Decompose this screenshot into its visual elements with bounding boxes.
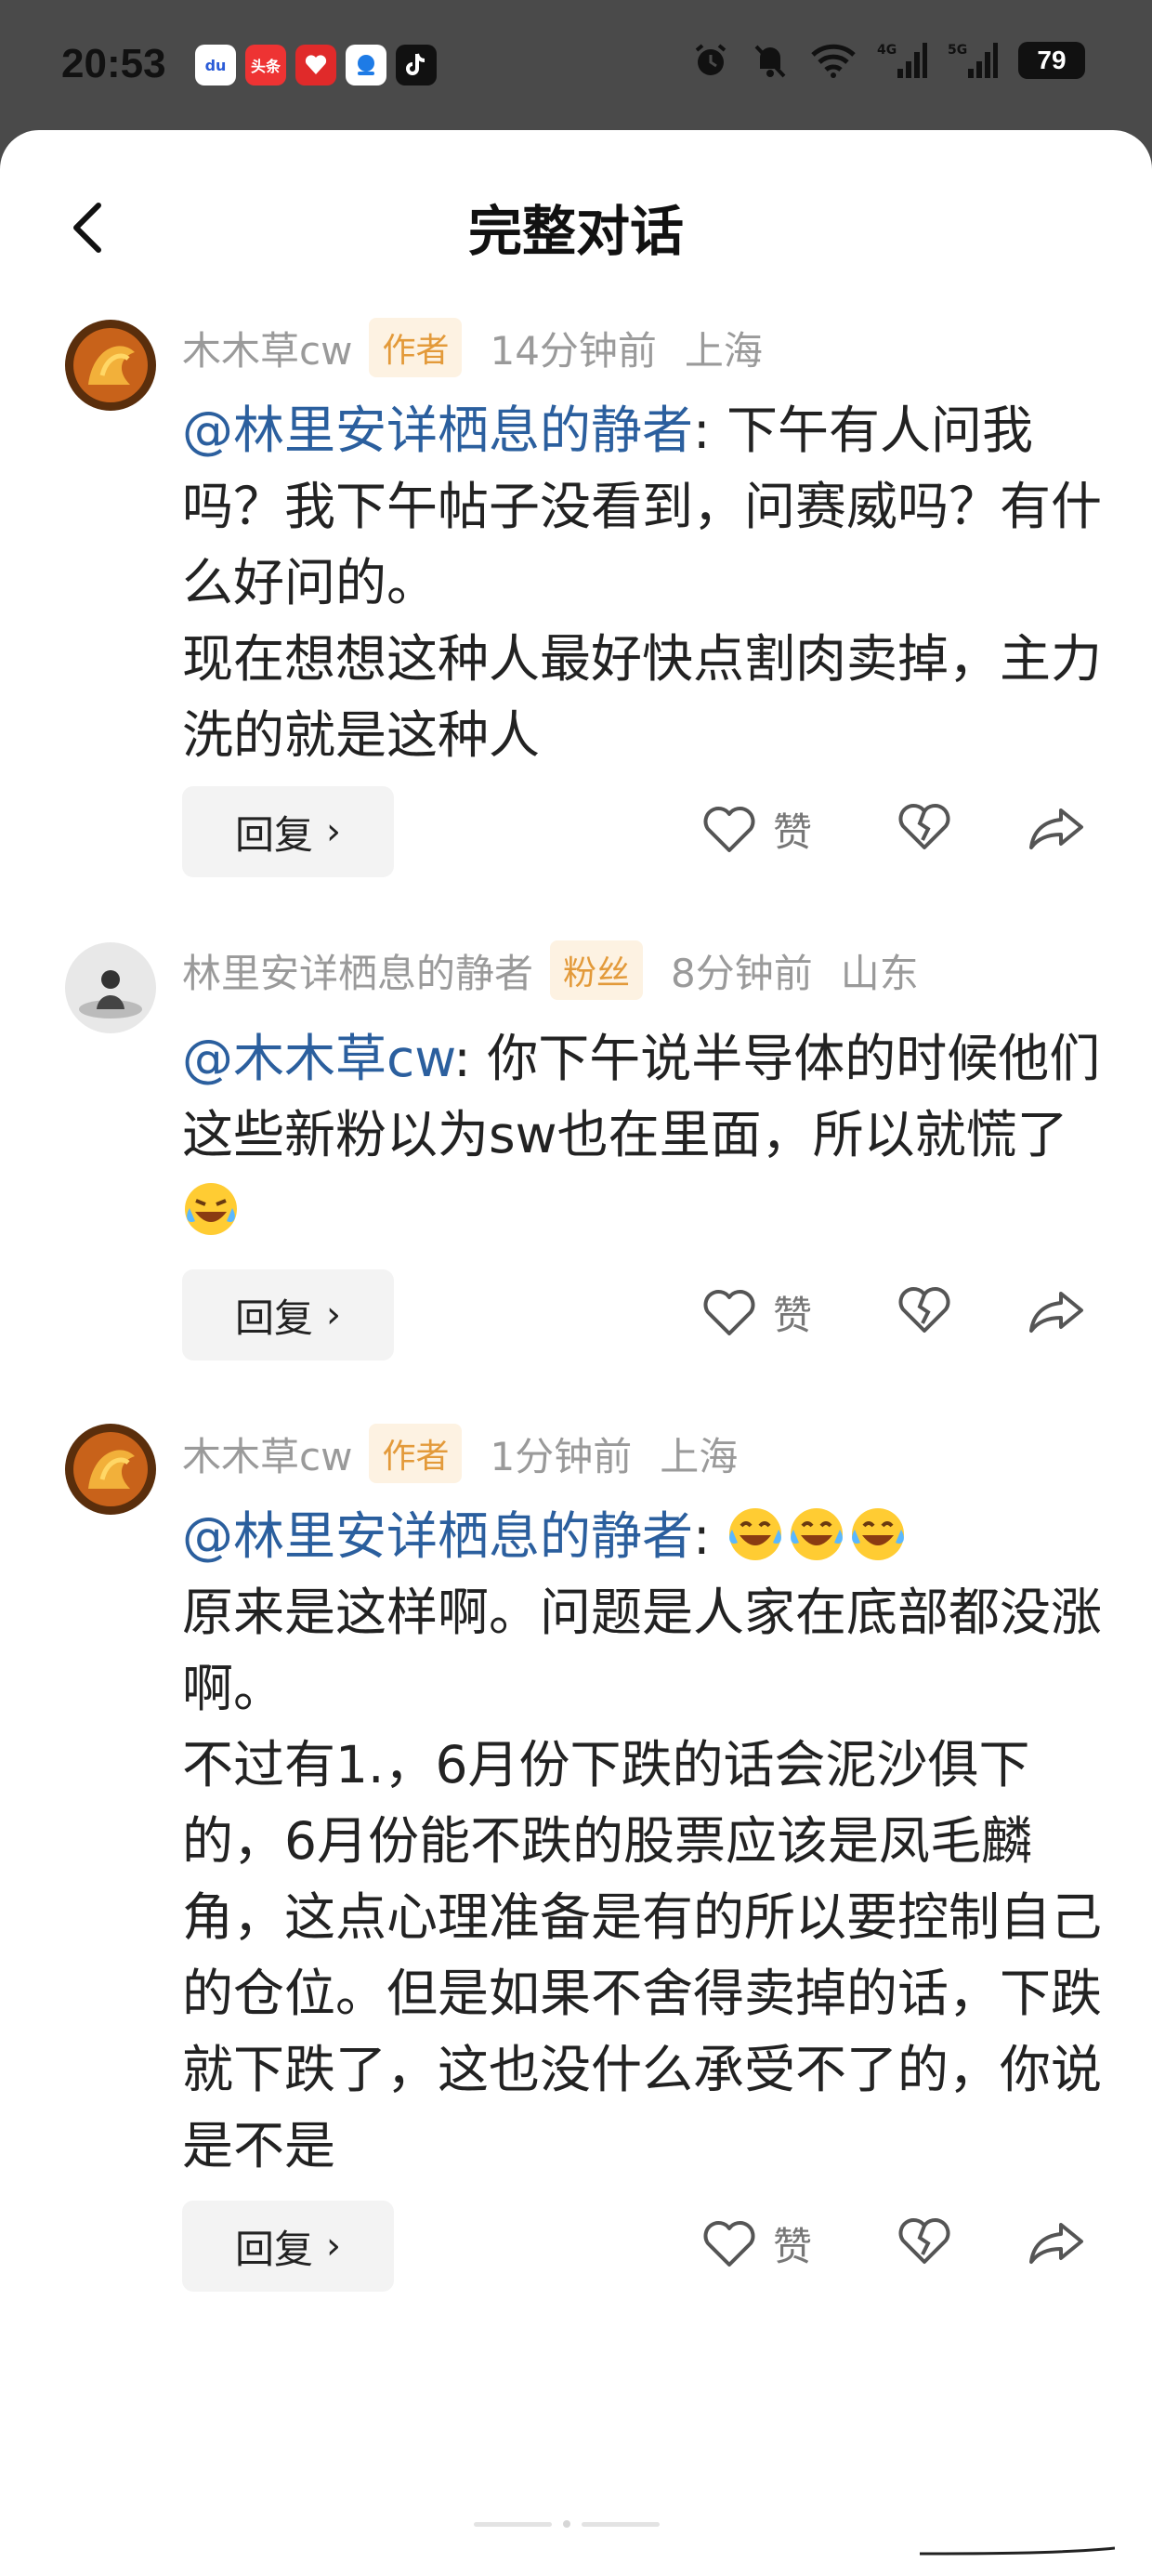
heart-icon [703, 2220, 755, 2267]
baidu-icon-label: du [204, 56, 227, 74]
dislike-button[interactable] [897, 803, 951, 855]
reply-label: 回复 [234, 1295, 313, 1341]
comment-text: 原来是这样啊。问题是人家在底部都没涨啊。 不过有1.，6月份下跌的话会泥沙俱下的… [182, 1583, 1103, 2175]
home-indicator [920, 2546, 1115, 2556]
battery-icon: 79 [1018, 42, 1085, 79]
author-name[interactable]: 木木草cw [182, 1426, 352, 1482]
svg-text:5G: 5G [948, 43, 967, 58]
comment-meta: 木木草cw 作者 14分钟前 上海 [182, 318, 763, 377]
page-title: 完整对话 [467, 200, 684, 263]
mute-icon [751, 41, 790, 80]
nav-bar: 完整对话 [0, 130, 1152, 316]
like-button[interactable]: 赞 [702, 801, 812, 858]
reply-label: 回复 [234, 811, 313, 858]
scroll-indicator-segment [474, 2521, 552, 2527]
comment-actions: 回复 › 赞 [182, 1269, 1093, 1362]
mention-link[interactable]: @林里安详栖息的静者 [182, 1506, 693, 1566]
fan-badge: 粉丝 [550, 940, 644, 1000]
battery-level: 79 [1037, 46, 1067, 74]
system-icons: 4G 5G 79 [691, 41, 1085, 80]
reply-button[interactable]: 回复 › [182, 2201, 394, 2292]
share-button[interactable] [1028, 805, 1085, 855]
author-badge: 作者 [369, 318, 463, 377]
mention-link[interactable]: @木木草cw [182, 1029, 453, 1088]
signal-5g-icon: 5G [948, 41, 998, 80]
share-button[interactable] [1028, 2219, 1085, 2269]
comment-actions: 回复 › 赞 [182, 2201, 1093, 2293]
avatar[interactable] [65, 1424, 156, 1515]
broken-heart-icon [898, 2218, 950, 2264]
chevron-right-icon: › [326, 1294, 341, 1336]
chevron-right-icon: › [326, 2225, 341, 2267]
toutiao-icon-label: 头条 [250, 58, 281, 75]
like-label: 赞 [773, 1293, 813, 1338]
comment-actions: 回复 › 赞 [182, 786, 1093, 879]
broken-heart-icon [898, 1287, 950, 1333]
comment-body: @林里安详栖息的静者: 下午有人问我吗？我下午帖子没看到，问赛威吗？有什么好问的… [182, 392, 1102, 773]
comment-body: @林里安详栖息的静者: 原来是这样啊。问题是人家在底部都没涨啊。 不过有1.，6… [182, 1498, 1102, 2184]
reply-button[interactable]: 回复 › [182, 786, 394, 877]
like-button[interactable]: 赞 [702, 2215, 812, 2272]
comment-location: 上海 [684, 327, 763, 374]
wifi-icon [810, 42, 857, 79]
share-icon [1029, 808, 1083, 849]
reply-button[interactable]: 回复 › [182, 1269, 394, 1360]
author-name[interactable]: 林里安详栖息的静者 [182, 942, 533, 999]
tears-of-joy-emoji-icon [852, 1508, 905, 1560]
like-label: 赞 [773, 809, 813, 855]
avatar[interactable] [65, 320, 156, 411]
colon: : [693, 1506, 727, 1566]
scroll-indicator [474, 2520, 660, 2528]
signal-4g-icon: 4G [877, 41, 927, 80]
conversation-sheet: 完整对话 木木草cw 作者 14分钟前 上海 @林里安详栖息的静者: 下午有人问… [0, 130, 1152, 2576]
comment-meta: 木木草cw 作者 1分钟前 上海 [182, 1424, 738, 1483]
scroll-indicator-segment [582, 2521, 660, 2527]
browser-icon [346, 45, 386, 85]
comment-body: @木木草cw: 你下午说半导体的时候他们这些新粉以为sw也在里面，所以就慌了 [182, 1020, 1102, 1249]
heart-icon [703, 806, 755, 852]
comment-time: 14分钟前 [490, 327, 657, 374]
author-badge: 作者 [369, 1424, 463, 1483]
tears-of-joy-emoji-icon [791, 1508, 844, 1560]
status-time: 20:53 [61, 41, 166, 86]
comment-meta: 林里安详栖息的静者 粉丝 8分钟前 山东 [182, 940, 919, 1000]
baidu-icon: du [195, 45, 236, 85]
comment-time: 8分钟前 [671, 950, 813, 996]
share-button[interactable] [1028, 1288, 1085, 1338]
avatar[interactable] [65, 942, 156, 1033]
chevron-right-icon: › [326, 810, 341, 853]
alarm-icon [691, 41, 730, 80]
svg-text:4G: 4G [877, 43, 897, 58]
notification-app-icons: du 头条 [195, 45, 437, 85]
tiktok-icon [396, 45, 437, 85]
like-button[interactable]: 赞 [702, 1284, 812, 1341]
scroll-indicator-dot [563, 2520, 570, 2528]
dislike-button[interactable] [897, 1286, 951, 1338]
broken-heart-icon [898, 804, 950, 849]
heart-icon [703, 1289, 755, 1335]
share-icon [1029, 1292, 1083, 1333]
share-icon [1029, 2223, 1083, 2264]
status-bar: 20:53 du 头条 4G 5G 79 [0, 0, 1152, 139]
mention-link[interactable]: @林里安详栖息的静者 [182, 401, 693, 460]
author-name[interactable]: 木木草cw [182, 320, 352, 376]
comment-location: 山东 [840, 950, 919, 996]
like-label: 赞 [773, 2224, 813, 2269]
reply-label: 回复 [234, 2226, 313, 2272]
comment-location: 上海 [660, 1433, 739, 1479]
toutiao-icon: 头条 [245, 45, 286, 85]
pinduoduo-icon [295, 45, 336, 85]
laughing-crying-emoji-icon [185, 1183, 237, 1235]
tears-of-joy-emoji-icon [729, 1508, 782, 1560]
comment-time: 1分钟前 [490, 1433, 633, 1479]
dislike-button[interactable] [897, 2217, 951, 2269]
